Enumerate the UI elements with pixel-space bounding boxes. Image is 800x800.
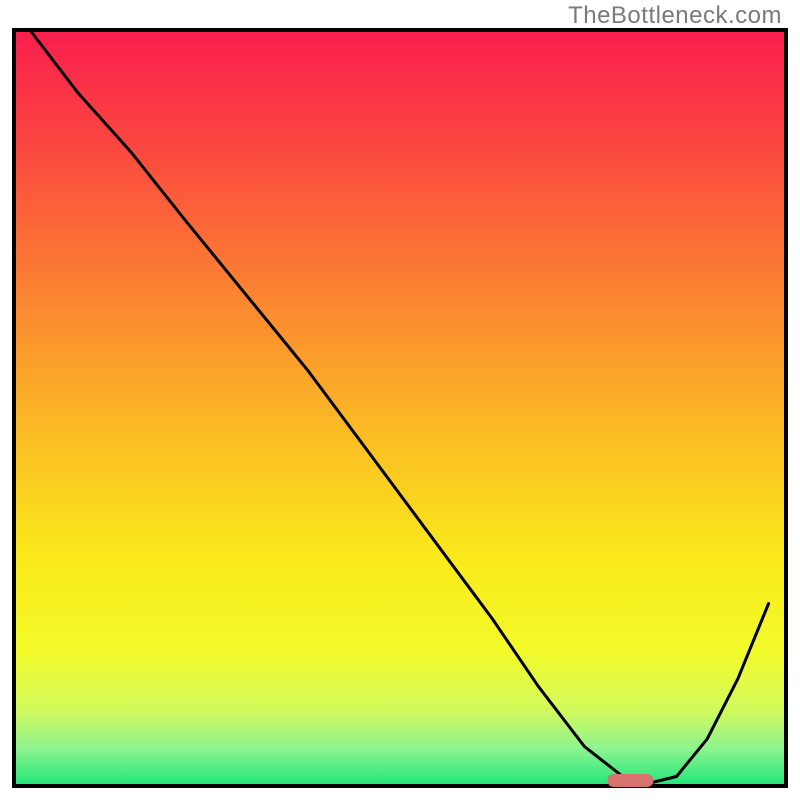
chart-frame: TheBottleneck.com xyxy=(0,0,800,800)
bottleneck-chart xyxy=(0,0,800,800)
attribution-label: TheBottleneck.com xyxy=(568,2,782,30)
gradient-background xyxy=(14,30,786,786)
optimal-point xyxy=(607,774,653,787)
